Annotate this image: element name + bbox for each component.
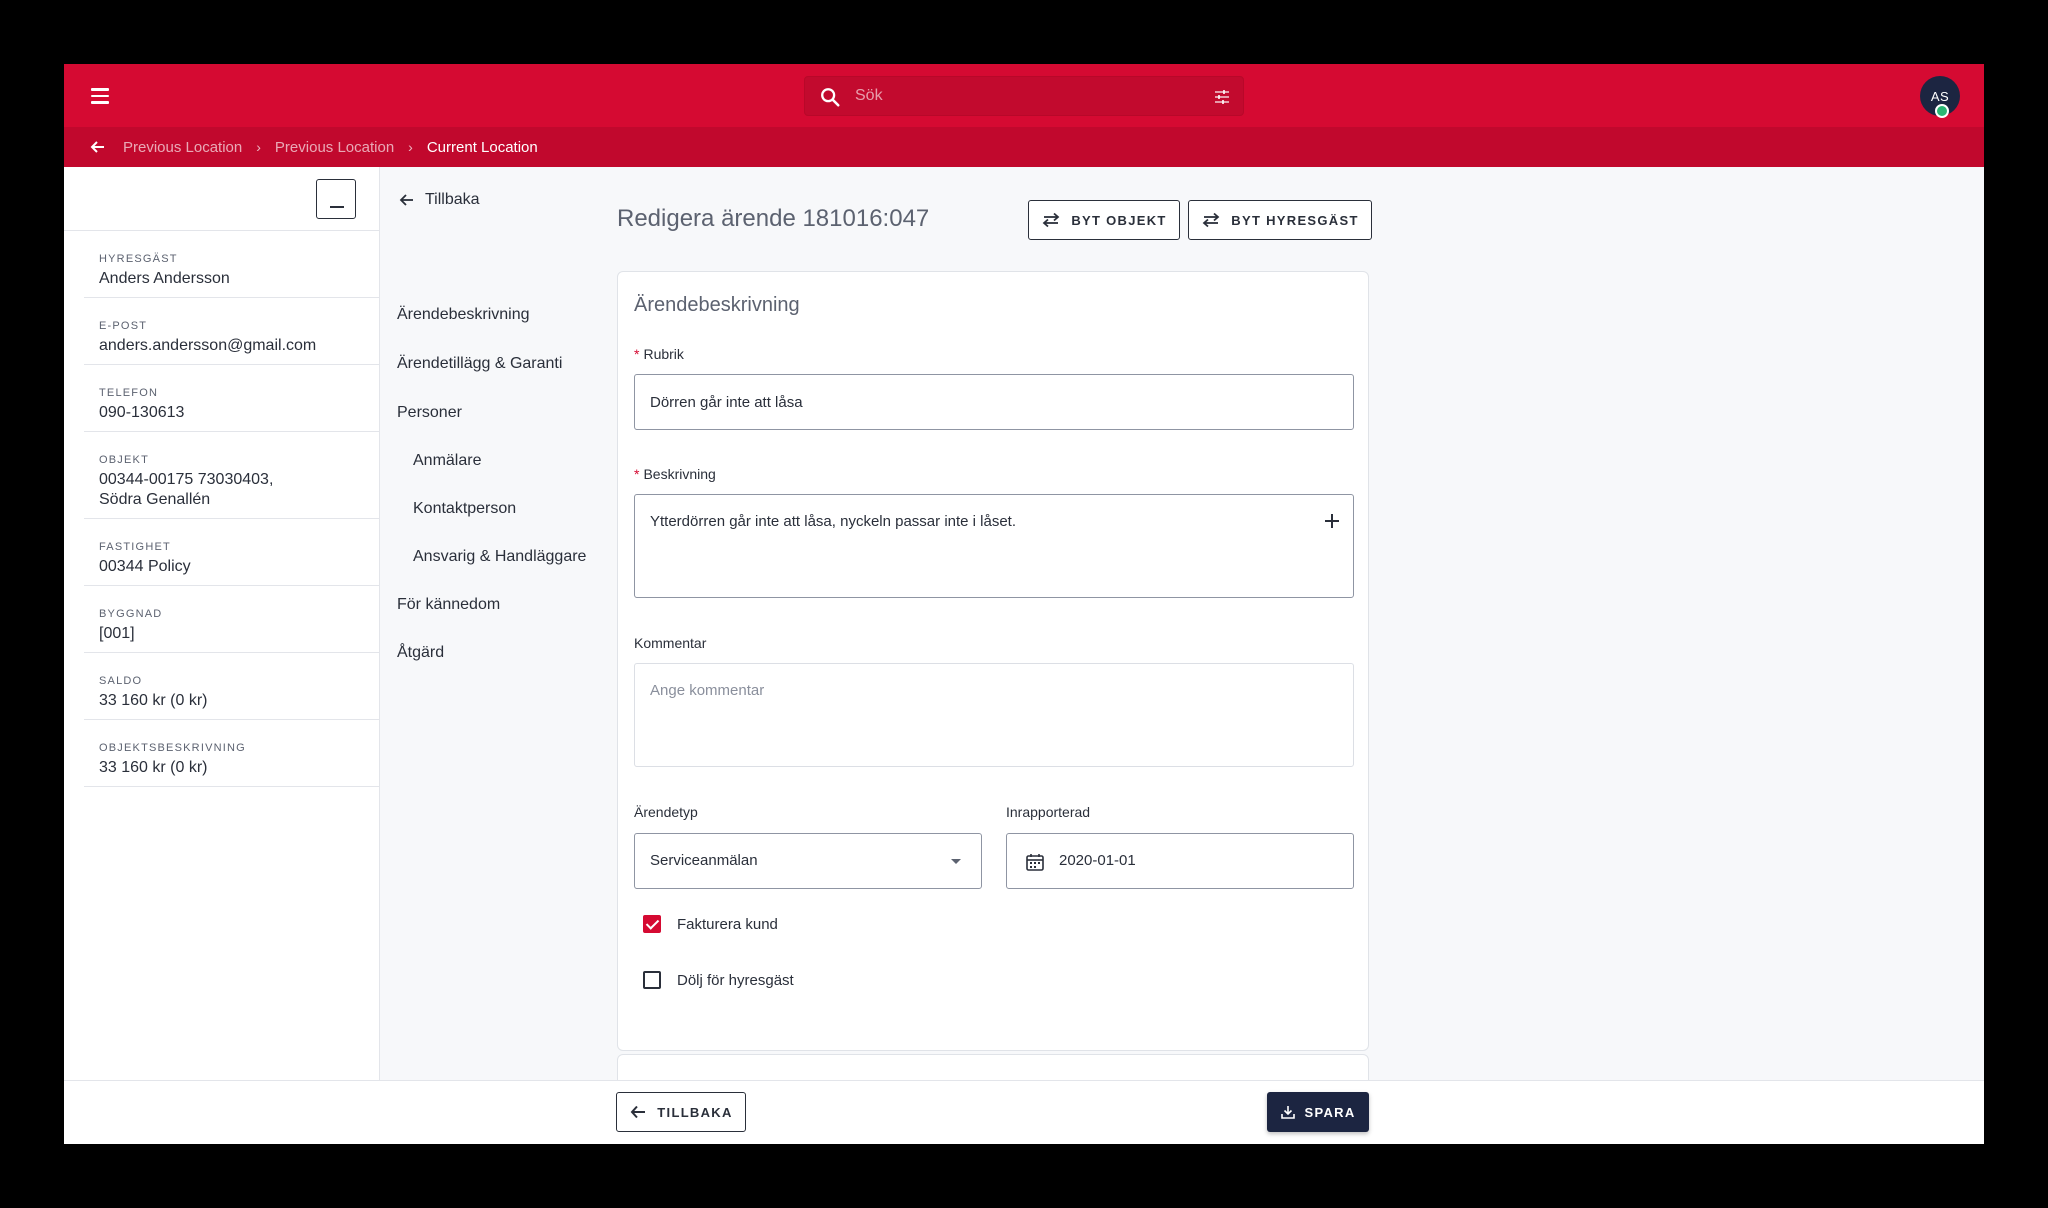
info-item-building: BYGGNAD [001] bbox=[84, 586, 380, 653]
tenant-info-list: HYRESGÄST Anders Andersson E-POST anders… bbox=[84, 231, 380, 787]
info-value: 090-130613 bbox=[99, 404, 185, 421]
breadcrumb: Previous Location › Previous Location › … bbox=[123, 127, 538, 167]
breadcrumb-current: Current Location bbox=[426, 138, 538, 156]
required-mark: * bbox=[634, 346, 640, 362]
case-description-card: Ärendebeskrivning *Rubrik *Beskrivning Y… bbox=[617, 271, 1369, 1051]
switch-object-button[interactable]: BYT OBJEKT bbox=[1028, 200, 1180, 240]
nav-back-link[interactable]: Tillbaka bbox=[399, 191, 480, 209]
rubrik-label: * Rubrik bbox=[634, 346, 684, 362]
beskrivning-label: * Beskrivning bbox=[634, 466, 716, 482]
required-mark: * bbox=[634, 466, 640, 482]
app-screen: AS Previous Location › Previous Location… bbox=[64, 64, 1984, 1144]
info-label: SALDO bbox=[99, 675, 143, 687]
switch-tenant-button[interactable]: BYT HYRESGÄST bbox=[1188, 200, 1372, 240]
info-label: TELEFON bbox=[99, 387, 159, 399]
info-value: 33 160 kr (0 kr) bbox=[99, 692, 208, 709]
nav-item-personer[interactable]: Personer bbox=[397, 404, 462, 422]
chevron-right-icon: › bbox=[408, 139, 413, 155]
info-label: FASTIGHET bbox=[99, 541, 171, 553]
info-item-tenant: HYRESGÄST Anders Andersson bbox=[84, 231, 380, 298]
search-icon bbox=[821, 88, 840, 107]
search-bar bbox=[804, 76, 1244, 116]
fakturera-kund-label: Fakturera kund bbox=[677, 915, 778, 933]
inrapporterad-label: Inrapporterad bbox=[1006, 804, 1091, 820]
caret-down-icon bbox=[951, 859, 961, 864]
footer-action-bar: TILLBAKA SPARA bbox=[64, 1080, 1984, 1144]
nav-item-for-kannedom[interactable]: För kännedom bbox=[397, 596, 500, 614]
swap-arrows-icon bbox=[1042, 212, 1060, 228]
beskrivning-label-text: Beskrivning bbox=[643, 466, 716, 482]
nav-item-arendebeskrivning[interactable]: Ärendebeskrivning bbox=[397, 306, 530, 324]
info-label: OBJEKT bbox=[99, 454, 149, 466]
nav-item-arendetillagg[interactable]: Ärendetillägg & Garanti bbox=[397, 355, 562, 373]
info-label: OBJEKTSBESKRIVNING bbox=[99, 742, 246, 754]
save-button[interactable]: SPARA bbox=[1267, 1092, 1369, 1132]
back-button-label: TILLBAKA bbox=[657, 1104, 733, 1120]
info-label: E-POST bbox=[99, 320, 148, 332]
switch-object-label: BYT OBJEKT bbox=[1071, 212, 1167, 228]
download-save-icon bbox=[1281, 1106, 1296, 1119]
plus-icon[interactable] bbox=[1323, 512, 1341, 530]
card-title: Ärendebeskrivning bbox=[634, 294, 800, 316]
info-item-object-description: OBJEKTSBESKRIVNING 33 160 kr (0 kr) bbox=[84, 720, 380, 787]
back-button[interactable]: TILLBAKA bbox=[616, 1092, 746, 1132]
fakturera-kund-checkbox[interactable] bbox=[643, 915, 661, 933]
info-item-object: OBJEKT 00344-00175 73030403, Södra Genal… bbox=[84, 432, 380, 519]
search-input[interactable] bbox=[855, 77, 1185, 115]
info-label: BYGGNAD bbox=[99, 608, 163, 620]
info-item-email: E-POST anders.andersson@gmail.com bbox=[84, 298, 380, 365]
info-item-phone: TELEFON 090-130613 bbox=[84, 365, 380, 432]
nav-item-kontaktperson[interactable]: Kontaktperson bbox=[413, 500, 516, 518]
dolj-hyresgast-label: Dölj för hyresgäst bbox=[677, 971, 794, 989]
arrow-left-icon[interactable] bbox=[88, 137, 108, 157]
breadcrumb-item[interactable]: Previous Location bbox=[123, 139, 242, 156]
menu-icon[interactable] bbox=[84, 80, 116, 112]
save-button-label: SPARA bbox=[1304, 1104, 1356, 1120]
page-title: Redigera ärende 181016:047 bbox=[617, 205, 930, 232]
fakturera-kund-checkbox-row[interactable]: Fakturera kund bbox=[643, 915, 778, 933]
info-value: 00344 Policy bbox=[99, 558, 191, 575]
dolj-hyresgast-checkbox[interactable] bbox=[643, 971, 661, 989]
info-label: HYRESGÄST bbox=[99, 253, 178, 265]
info-item-property: FASTIGHET 00344 Policy bbox=[84, 519, 380, 586]
arendetyp-label: Ärendetyp bbox=[634, 804, 698, 820]
kommentar-textarea[interactable] bbox=[634, 663, 1354, 767]
inrapporterad-value: 2020-01-01 bbox=[1059, 852, 1136, 869]
swap-arrows-icon bbox=[1202, 212, 1220, 228]
breadcrumb-item[interactable]: Previous Location bbox=[275, 139, 394, 156]
info-value: Anders Andersson bbox=[99, 270, 230, 287]
info-item-balance: SALDO 33 160 kr (0 kr) bbox=[84, 653, 380, 720]
dolj-hyresgast-checkbox-row[interactable]: Dölj för hyresgäst bbox=[643, 971, 794, 989]
rubrik-label-text: Rubrik bbox=[643, 346, 684, 362]
collapse-panel-button[interactable] bbox=[316, 179, 356, 219]
info-value: 00344-00175 73030403, bbox=[99, 471, 274, 488]
device-frame: AS Previous Location › Previous Location… bbox=[0, 0, 2048, 1208]
info-value: anders.andersson@gmail.com bbox=[99, 337, 317, 354]
kommentar-label: Kommentar bbox=[634, 635, 707, 651]
rubrik-input[interactable] bbox=[634, 374, 1354, 430]
arendetyp-select[interactable]: Serviceanmälan bbox=[634, 833, 982, 889]
info-value-line2: Södra Genallén bbox=[99, 491, 211, 508]
beskrivning-textarea[interactable]: Ytterdörren går inte att låsa, nyckeln p… bbox=[634, 494, 1354, 598]
breadcrumb-bar: Previous Location › Previous Location › … bbox=[64, 127, 1984, 167]
minimize-icon bbox=[330, 206, 344, 208]
arrow-left-icon bbox=[630, 1105, 646, 1119]
arendetyp-selected-value: Serviceanmälan bbox=[650, 852, 758, 869]
nav-item-ansvarig[interactable]: Ansvarig & Handläggare bbox=[413, 548, 586, 566]
inrapporterad-date-input[interactable]: 2020-01-01 bbox=[1006, 833, 1354, 889]
tenant-info-panel: HYRESGÄST Anders Andersson E-POST anders… bbox=[64, 167, 380, 1080]
switch-tenant-label: BYT HYRESGÄST bbox=[1231, 212, 1359, 228]
nav-item-atgard[interactable]: Åtgärd bbox=[397, 644, 444, 662]
chevron-right-icon: › bbox=[256, 139, 261, 155]
arrow-left-icon bbox=[399, 194, 413, 206]
online-status-dot bbox=[1935, 104, 1949, 118]
filter-sliders-icon[interactable] bbox=[1213, 88, 1231, 106]
nav-back-label: Tillbaka bbox=[425, 191, 480, 208]
info-value: [001] bbox=[99, 625, 135, 642]
info-value: 33 160 kr (0 kr) bbox=[99, 759, 208, 776]
top-app-bar: AS bbox=[64, 64, 1984, 127]
calendar-icon[interactable] bbox=[1025, 852, 1045, 872]
nav-item-anmalare[interactable]: Anmälare bbox=[413, 452, 481, 470]
